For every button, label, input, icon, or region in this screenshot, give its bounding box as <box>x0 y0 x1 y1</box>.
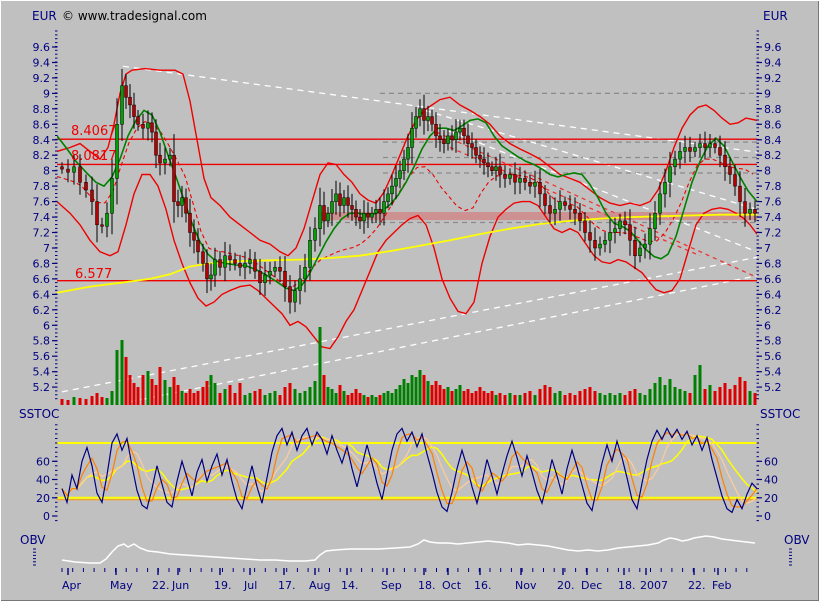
x-axis-month-label: Dec <box>581 579 602 592</box>
y-axis-label-left: 5.2 <box>33 381 51 394</box>
x-axis-month-label: 14. <box>341 579 359 592</box>
y-axis-label-left: 7.6 <box>33 196 51 209</box>
y-axis-label-right: 6.8 <box>764 257 782 270</box>
y-axis-label-left: 9 <box>43 87 50 100</box>
chart-canvas[interactable]: 9.6 9.6 9.4 9.4 9.2 9.2 9 9 8.8 8.8 8.6 8.6 8.4 8.4 8.… <box>0 0 819 601</box>
y-axis-label-left: 8.8 <box>33 103 51 116</box>
sstoc-panel-label-right: SSTOC <box>760 408 800 420</box>
x-axis-month-label: 2007 <box>640 579 668 592</box>
x-axis-month-label: 18. <box>618 579 636 592</box>
y-axis-label-right: 6.4 <box>764 288 782 301</box>
price-axis-unit-left: EUR <box>32 10 57 22</box>
y-axis-label-left: 8.6 <box>33 118 51 131</box>
x-axis-month-label: Nov <box>515 579 537 592</box>
sstoc-axis-label-left: 0 <box>43 510 50 523</box>
x-axis-month-label: Oct <box>442 579 462 592</box>
y-axis-label-left: 6 <box>43 319 50 332</box>
x-axis-month-label: 16. <box>474 579 492 592</box>
x-axis-month-label: May <box>110 579 133 592</box>
x-axis-month-label: Jul <box>243 579 257 592</box>
y-axis-label-left: 8.2 <box>33 149 51 162</box>
y-axis-label-left: 5.6 <box>33 350 51 363</box>
sstoc-axis-label-left: 20 <box>36 492 50 505</box>
y-axis-label-right: 7.2 <box>764 227 782 240</box>
y-axis-label-right: 7.8 <box>764 180 782 193</box>
tradesignal-chart-window: 9.6 9.6 9.4 9.4 9.2 9.2 9 9 8.8 8.8 8.6 8.6 8.4 8.4 8.… <box>0 0 819 601</box>
x-axis-month-label: 22. <box>688 579 706 592</box>
y-axis-label-left: 7.2 <box>33 227 51 240</box>
y-axis-label-left: 6.2 <box>33 304 51 317</box>
x-axis-month-label: Feb <box>712 579 731 592</box>
price-axis-unit-right: EUR <box>763 10 788 22</box>
x-axis-month-label: Apr <box>62 579 82 592</box>
y-axis-label-left: 5.8 <box>33 335 51 348</box>
y-axis-label-right: 8.4 <box>764 134 782 147</box>
y-axis-label-right: 9.2 <box>764 72 782 85</box>
sstoc-axis-label-right: 40 <box>764 474 778 487</box>
y-axis-label-right: 8 <box>764 165 771 178</box>
x-axis-month-label: Sep <box>381 579 402 592</box>
x-axis-month-label: 18. <box>418 579 436 592</box>
y-axis-label-right: 7.6 <box>764 196 782 209</box>
y-axis-label-right: 5.4 <box>764 366 782 379</box>
y-axis-label-right: 5.6 <box>764 350 782 363</box>
y-axis-label-left: 7.8 <box>33 180 51 193</box>
y-axis-label-left: 5.4 <box>33 366 51 379</box>
x-axis-month-label: Aug <box>309 579 330 592</box>
y-axis-label-left: 6.6 <box>33 273 51 286</box>
y-axis-label-left: 8.4 <box>33 134 51 147</box>
y-axis-label-right: 5.8 <box>764 335 782 348</box>
sstoc-axis-label-right: 0 <box>764 510 771 523</box>
y-axis-label-right: 9.4 <box>764 57 782 70</box>
x-axis-month-label: Jun <box>171 579 189 592</box>
y-axis-label-right: 8.8 <box>764 103 782 116</box>
sstoc-axis-label-right: 20 <box>764 492 778 505</box>
y-axis-label-left: 9.4 <box>33 57 51 70</box>
y-axis-label-left: 6.8 <box>33 257 51 270</box>
y-axis-label-right: 6.2 <box>764 304 782 317</box>
y-axis-label-left: 9.2 <box>33 72 51 85</box>
y-axis-label-right: 8.6 <box>764 118 782 131</box>
y-axis-label-left: 6.4 <box>33 288 51 301</box>
y-axis-label-right: 5.2 <box>764 381 782 394</box>
y-axis-label-left: 7 <box>43 242 50 255</box>
x-axis-month-label: 20. <box>557 579 575 592</box>
y-axis-label-right: 7 <box>764 242 771 255</box>
chart-plot-area[interactable] <box>57 26 757 576</box>
x-axis-month-label: 17. <box>278 579 296 592</box>
y-axis-label-left: 7.4 <box>33 211 51 224</box>
y-axis-label-right: 6.6 <box>764 273 782 286</box>
y-axis-label-right: 6 <box>764 319 771 332</box>
y-axis-label-left: 9.6 <box>33 41 51 54</box>
y-axis-label-right: 7.4 <box>764 211 782 224</box>
sstoc-axis-label-right: 60 <box>764 455 778 468</box>
y-axis-label-right: 9.6 <box>764 41 782 54</box>
y-axis-label-right: 8.2 <box>764 149 782 162</box>
obv-panel-label-right: OBV <box>784 534 810 546</box>
y-axis-label-right: 9 <box>764 87 771 100</box>
x-axis-month-label: 19. <box>214 579 232 592</box>
sstoc-axis-label-left: 60 <box>36 455 50 468</box>
resistance-level-label-2: 8.0817 <box>71 150 117 163</box>
resistance-level-label-1: 8.4067 <box>71 125 117 138</box>
copyright-text: © www.tradesignal.com <box>62 10 207 22</box>
sstoc-axis-label-left: 40 <box>36 474 50 487</box>
y-axis-label-left: 8 <box>43 165 50 178</box>
sstoc-panel-label-left: SSTOC <box>19 408 59 420</box>
obv-panel-label-left: OBV <box>20 534 46 546</box>
support-level-label: 6.577 <box>75 268 112 281</box>
x-axis-month-label: 22. <box>152 579 170 592</box>
